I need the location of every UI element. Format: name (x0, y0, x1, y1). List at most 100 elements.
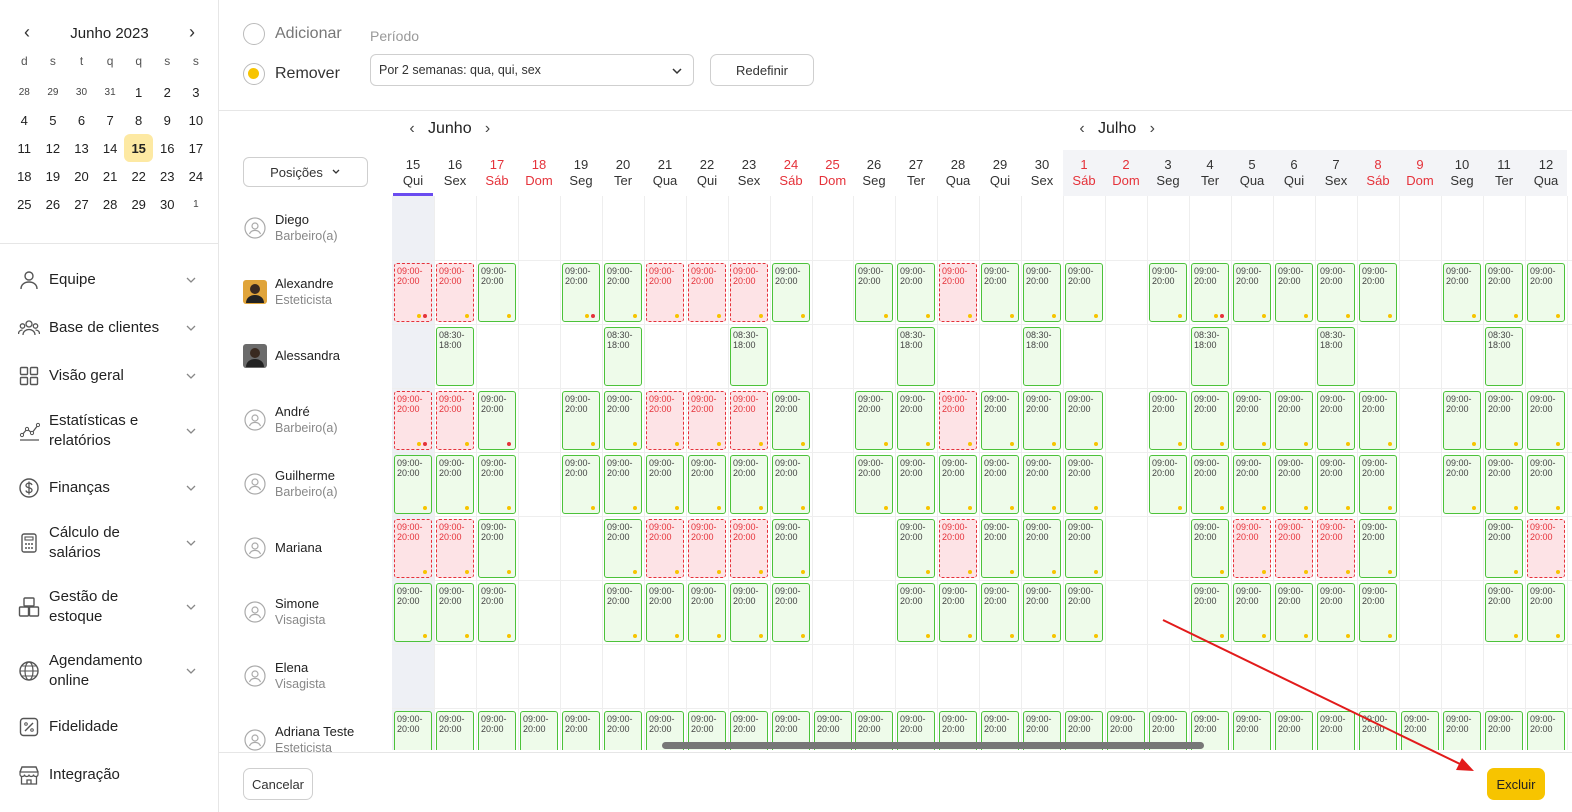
day-header[interactable]: 6 Qui (1273, 150, 1315, 196)
day-header[interactable]: 8 Sáb (1357, 150, 1399, 196)
removed-shift-cell[interactable]: 09:00- 20:00 (730, 519, 768, 578)
shift-cell[interactable]: 09:00- 20:00 (1485, 711, 1523, 750)
shift-cell[interactable]: 09:00- 20:00 (436, 583, 474, 642)
shift-cell[interactable]: 09:00- 20:00 (939, 583, 977, 642)
shift-cell[interactable]: 09:00- 20:00 (1485, 519, 1523, 578)
day-header[interactable]: 18 Dom (518, 150, 560, 196)
shift-cell[interactable]: 08:30- 18:00 (1023, 327, 1061, 386)
horizontal-scrollbar[interactable] (662, 742, 1204, 749)
calendar-day[interactable]: 25 (10, 190, 39, 218)
shift-cell[interactable]: 08:30- 18:00 (604, 327, 642, 386)
sidebar-item-1[interactable]: Base de clientes (0, 318, 219, 338)
calendar-day[interactable]: 31 (96, 78, 125, 106)
chevron-right-icon[interactable]: › (478, 120, 498, 138)
day-header[interactable]: 12 Qua (1525, 150, 1567, 196)
shift-cell[interactable]: 09:00- 20:00 (646, 455, 684, 514)
shift-cell[interactable]: 09:00- 20:00 (855, 455, 893, 514)
shift-cell[interactable]: 09:00- 20:00 (1359, 263, 1397, 322)
day-header[interactable]: 17 Sáb (476, 150, 518, 196)
calendar-day[interactable]: 15 (124, 134, 153, 162)
calendar-day[interactable]: 8 (124, 106, 153, 134)
chevron-right-icon[interactable]: › (182, 22, 202, 43)
calendar-day[interactable]: 21 (96, 162, 125, 190)
shift-cell[interactable]: 09:00- 20:00 (1485, 391, 1523, 450)
staff-row[interactable]: Elena Visagista (243, 656, 326, 696)
shift-cell[interactable]: 09:00- 20:00 (981, 263, 1019, 322)
removed-shift-cell[interactable]: 09:00- 20:00 (436, 391, 474, 450)
sidebar-item-3[interactable]: Estatísticas e relatórios (0, 411, 219, 451)
shift-cell[interactable]: 09:00- 20:00 (436, 455, 474, 514)
shift-cell[interactable]: 09:00- 20:00 (772, 391, 810, 450)
sidebar-item-6[interactable]: Gestão de estoque (0, 587, 219, 627)
shift-cell[interactable]: 08:30- 18:00 (436, 327, 474, 386)
shift-cell[interactable]: 09:00- 20:00 (1149, 455, 1187, 514)
day-header[interactable]: 26 Seg (853, 150, 895, 196)
shift-cell[interactable]: 09:00- 20:00 (604, 519, 642, 578)
sidebar-item-2[interactable]: Visão geral (0, 366, 219, 386)
shift-cell[interactable]: 09:00- 20:00 (1401, 711, 1439, 750)
shift-cell[interactable]: 09:00- 20:00 (1275, 263, 1313, 322)
shift-cell[interactable]: 09:00- 20:00 (1191, 263, 1229, 322)
shift-cell[interactable]: 09:00- 20:00 (855, 263, 893, 322)
calendar-day[interactable]: 23 (153, 162, 182, 190)
day-header[interactable]: 5 Qua (1231, 150, 1273, 196)
shift-cell[interactable]: 09:00- 20:00 (1149, 391, 1187, 450)
shift-cell[interactable]: 09:00- 20:00 (981, 519, 1019, 578)
shift-cell[interactable]: 09:00- 20:00 (1359, 455, 1397, 514)
shift-cell[interactable]: 09:00- 20:00 (1527, 711, 1565, 750)
day-header[interactable]: 27 Ter (895, 150, 937, 196)
shift-cell[interactable]: 09:00- 20:00 (1527, 455, 1565, 514)
day-header[interactable]: 30 Sex (1021, 150, 1063, 196)
add-radio[interactable]: Adicionar (243, 23, 342, 45)
sidebar-item-5[interactable]: Cálculo de salários (0, 523, 219, 563)
delete-button[interactable]: Excluir (1487, 768, 1545, 800)
shift-cell[interactable]: 09:00- 20:00 (478, 583, 516, 642)
calendar-day[interactable]: 18 (10, 162, 39, 190)
shift-cell[interactable]: 09:00- 20:00 (1317, 583, 1355, 642)
shift-cell[interactable]: 09:00- 20:00 (1023, 391, 1061, 450)
sidebar-item-9[interactable]: Integração (0, 765, 219, 785)
staff-row[interactable]: Alessandra (243, 336, 340, 376)
calendar-day[interactable]: 27 (67, 190, 96, 218)
removed-shift-cell[interactable]: 09:00- 20:00 (1233, 519, 1271, 578)
sidebar-item-8[interactable]: Fidelidade (0, 717, 219, 737)
shift-cell[interactable]: 09:00- 20:00 (855, 391, 893, 450)
day-header[interactable]: 11 Ter (1483, 150, 1525, 196)
shift-cell[interactable]: 09:00- 20:00 (562, 455, 600, 514)
sidebar-item-7[interactable]: Agendamento online (0, 651, 219, 691)
shift-cell[interactable]: 09:00- 20:00 (646, 583, 684, 642)
calendar-day[interactable]: 29 (124, 190, 153, 218)
shift-cell[interactable]: 09:00- 20:00 (897, 263, 935, 322)
removed-shift-cell[interactable]: 09:00- 20:00 (939, 391, 977, 450)
day-header[interactable]: 19 Seg (560, 150, 602, 196)
day-header[interactable]: 10 Seg (1441, 150, 1483, 196)
shift-cell[interactable]: 09:00- 20:00 (1065, 583, 1103, 642)
day-header[interactable]: 20 Ter (602, 150, 644, 196)
shift-cell[interactable]: 08:30- 18:00 (897, 327, 935, 386)
shift-cell[interactable]: 09:00- 20:00 (1065, 263, 1103, 322)
day-header[interactable]: 9 Dom (1399, 150, 1441, 196)
shift-cell[interactable]: 09:00- 20:00 (1317, 263, 1355, 322)
shift-cell[interactable]: 09:00- 20:00 (1485, 583, 1523, 642)
calendar-day[interactable]: 19 (39, 162, 68, 190)
shift-cell[interactable]: 09:00- 20:00 (1443, 711, 1481, 750)
shift-cell[interactable]: 08:30- 18:00 (730, 327, 768, 386)
cancel-button[interactable]: Cancelar (243, 768, 313, 800)
shift-cell[interactable]: 09:00- 20:00 (604, 263, 642, 322)
day-header[interactable]: 21 Qua (644, 150, 686, 196)
shift-cell[interactable]: 09:00- 20:00 (772, 519, 810, 578)
calendar-day[interactable]: 11 (10, 134, 39, 162)
staff-row[interactable]: Diego Barbeiro(a) (243, 208, 338, 248)
shift-cell[interactable]: 09:00- 20:00 (1191, 519, 1229, 578)
shift-cell[interactable]: 09:00- 20:00 (1359, 391, 1397, 450)
removed-shift-cell[interactable]: 09:00- 20:00 (730, 391, 768, 450)
shift-cell[interactable]: 09:00- 20:00 (1527, 391, 1565, 450)
shift-cell[interactable]: 09:00- 20:00 (1233, 263, 1271, 322)
shift-cell[interactable]: 09:00- 20:00 (436, 711, 474, 750)
shift-cell[interactable]: 09:00- 20:00 (1233, 391, 1271, 450)
day-header[interactable]: 28 Qua (937, 150, 979, 196)
day-header[interactable]: 2 Dom (1105, 150, 1147, 196)
positions-dropdown[interactable]: Posições (243, 157, 368, 187)
shift-cell[interactable]: 09:00- 20:00 (1485, 455, 1523, 514)
shift-cell[interactable]: 09:00- 20:00 (1359, 583, 1397, 642)
